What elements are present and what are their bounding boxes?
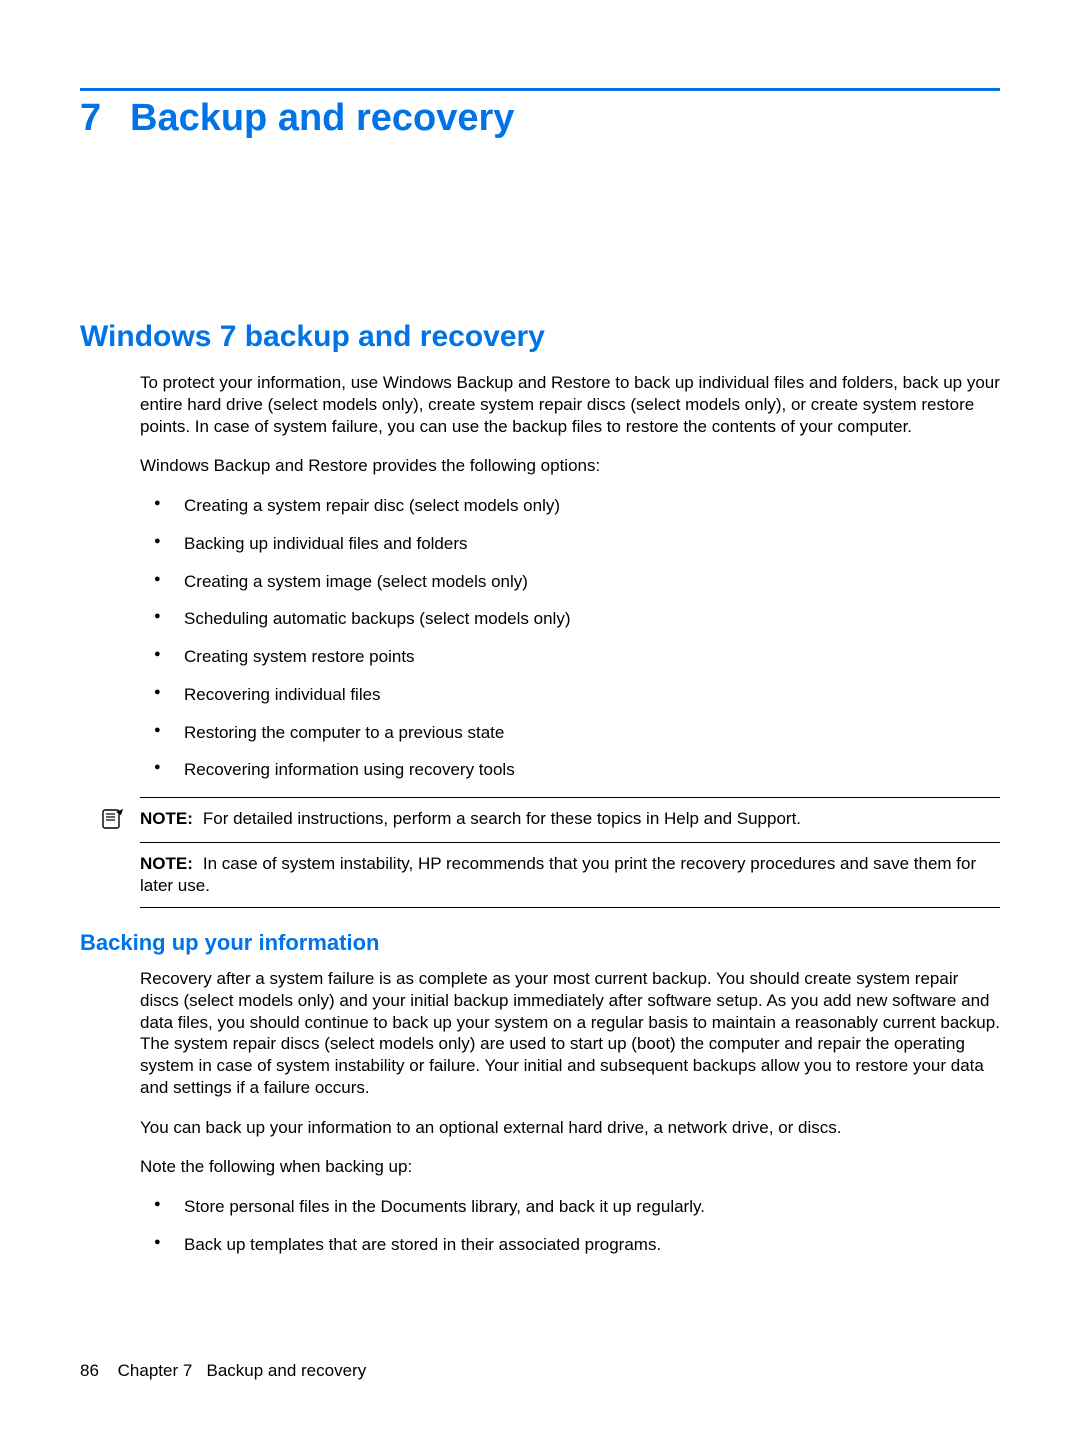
list-item: Creating a system image (select models o… xyxy=(140,571,1000,593)
list-item: Scheduling automatic backups (select mod… xyxy=(140,608,1000,630)
subsection-heading-backing-up: Backing up your information xyxy=(80,930,1000,956)
note-icon xyxy=(96,808,130,832)
list-item: Recovering information using recovery to… xyxy=(140,759,1000,781)
note-text: In case of system instability, HP recomm… xyxy=(140,854,976,895)
divider xyxy=(140,797,1000,798)
list-item: Store personal files in the Documents li… xyxy=(140,1196,1000,1218)
list-item: Creating system restore points xyxy=(140,646,1000,668)
section-heading-windows7: Windows 7 backup and recovery xyxy=(80,320,1000,354)
note-1: NOTE: For detailed instructions, perform … xyxy=(140,804,1000,838)
page-footer: 86 Chapter 7 Backup and recovery xyxy=(80,1361,366,1381)
note-block: NOTE: For detailed instructions, perform … xyxy=(140,797,1000,908)
list-item: Creating a system repair disc (select mo… xyxy=(140,495,1000,517)
backup-paragraph-3: Note the following when backing up: xyxy=(140,1156,1000,1178)
chapter-number: 7 xyxy=(80,97,130,140)
chapter-heading: 7 Backup and recovery xyxy=(80,97,1000,140)
chapter-rule xyxy=(80,88,1000,91)
backup-notes-list: Store personal files in the Documents li… xyxy=(140,1196,1000,1256)
list-item: Backing up individual files and folders xyxy=(140,533,1000,555)
backup-paragraph-1: Recovery after a system failure is as co… xyxy=(140,968,1000,1099)
list-item: Restoring the computer to a previous sta… xyxy=(140,722,1000,744)
intro-paragraph-1: To protect your information, use Windows… xyxy=(140,372,1000,437)
intro-paragraph-2: Windows Backup and Restore provides the … xyxy=(140,455,1000,477)
list-item: Recovering individual files xyxy=(140,684,1000,706)
divider xyxy=(140,842,1000,843)
note-text: For detailed instructions, perform a sea… xyxy=(203,809,801,828)
note-label: NOTE: xyxy=(140,809,193,828)
options-list: Creating a system repair disc (select mo… xyxy=(140,495,1000,781)
chapter-title: Backup and recovery xyxy=(130,97,514,140)
divider xyxy=(140,907,1000,908)
footer-chapter-label: Chapter 7 xyxy=(118,1361,193,1380)
footer-chapter-title: Backup and recovery xyxy=(207,1361,367,1380)
page-number: 86 xyxy=(80,1361,99,1380)
document-page: 7 Backup and recovery Windows 7 backup a… xyxy=(0,0,1080,1437)
backup-paragraph-2: You can back up your information to an o… xyxy=(140,1117,1000,1139)
list-item: Back up templates that are stored in the… xyxy=(140,1234,1000,1256)
note-2: NOTE:In case of system instability, HP r… xyxy=(140,849,1000,903)
note-label: NOTE: xyxy=(140,854,193,873)
note-icon-spacer xyxy=(96,853,130,854)
